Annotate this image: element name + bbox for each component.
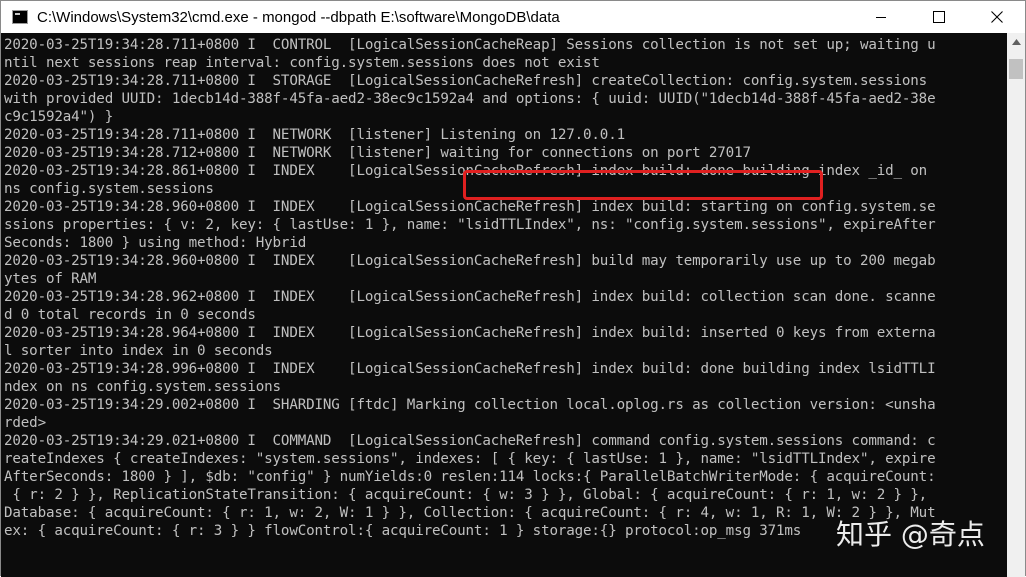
console-line: 2020-03-25T19:34:28.712+0800 I NETWORK [… xyxy=(4,145,751,161)
console-line: ssions properties: { v: 2, key: { lastUs… xyxy=(4,217,936,233)
console-line: c9c1592a4") } xyxy=(4,109,114,125)
scrollbar-thumb[interactable] xyxy=(1009,59,1023,79)
console-line: 2020-03-25T19:34:28.960+0800 I INDEX [Lo… xyxy=(4,199,936,215)
highlight-box xyxy=(463,170,823,200)
vertical-scrollbar[interactable] xyxy=(1007,33,1025,577)
maximize-icon xyxy=(933,11,945,23)
close-button[interactable] xyxy=(968,1,1026,33)
console-line: AfterSeconds: 1800 } ], $db: "config" } … xyxy=(4,469,936,485)
console-line: 2020-03-25T19:34:28.962+0800 I INDEX [Lo… xyxy=(4,289,936,305)
console-line: d 0 total records in 0 seconds xyxy=(4,307,256,323)
console-line: 2020-03-25T19:34:28.964+0800 I INDEX [Lo… xyxy=(4,325,936,341)
console-line: 2020-03-25T19:34:28.711+0800 I CONTROL [… xyxy=(4,37,936,53)
console-line: reateIndexes { createIndexes: "system.se… xyxy=(4,451,936,467)
console-line: 2020-03-25T19:34:28.711+0800 I STORAGE [… xyxy=(4,73,928,89)
close-icon xyxy=(991,11,1003,23)
window-title: C:\Windows\System32\cmd.exe - mongod --d… xyxy=(37,8,560,26)
console-lines: 2020-03-25T19:34:28.711+0800 I CONTROL [… xyxy=(4,36,1004,540)
console-line: rded> xyxy=(4,415,46,431)
cmd-window: C:\Windows\System32\cmd.exe - mongod --d… xyxy=(0,0,1026,577)
title-bar[interactable]: C:\Windows\System32\cmd.exe - mongod --d… xyxy=(1,1,1025,33)
console-line: 2020-03-25T19:34:29.002+0800 I SHARDING … xyxy=(4,397,936,413)
minimize-button[interactable] xyxy=(852,1,910,33)
console-line: Seconds: 1800 } using method: Hybrid xyxy=(4,235,307,251)
console-output[interactable]: 2020-03-25T19:34:28.711+0800 I CONTROL [… xyxy=(1,33,1007,577)
scroll-up-button[interactable] xyxy=(1007,33,1025,51)
console-line: 2020-03-25T19:34:28.996+0800 I INDEX [Lo… xyxy=(4,361,936,377)
console-line: 2020-03-25T19:34:29.021+0800 I COMMAND [… xyxy=(4,433,936,449)
minimize-icon xyxy=(876,17,886,18)
cmd-icon[interactable] xyxy=(12,10,28,24)
console-line: { r: 2 } }, ReplicationStateTransition: … xyxy=(4,487,928,503)
console-line: 2020-03-25T19:34:28.960+0800 I INDEX [Lo… xyxy=(4,253,936,269)
scroll-up-arrow-icon xyxy=(1011,39,1021,45)
maximize-button[interactable] xyxy=(910,1,968,33)
console-line: ndex on ns config.system.sessions xyxy=(4,379,281,395)
console-line: l sorter into index in 0 seconds xyxy=(4,343,273,359)
console-line: ntil next sessions reap interval: config… xyxy=(4,55,600,71)
console-line: 2020-03-25T19:34:28.711+0800 I NETWORK [… xyxy=(4,127,625,143)
console-line: ytes of RAM xyxy=(4,271,97,287)
console-line: with provided UUID: 1decb14d-388f-45fa-a… xyxy=(4,91,936,107)
watermark: 知乎 @奇点 xyxy=(836,518,985,551)
